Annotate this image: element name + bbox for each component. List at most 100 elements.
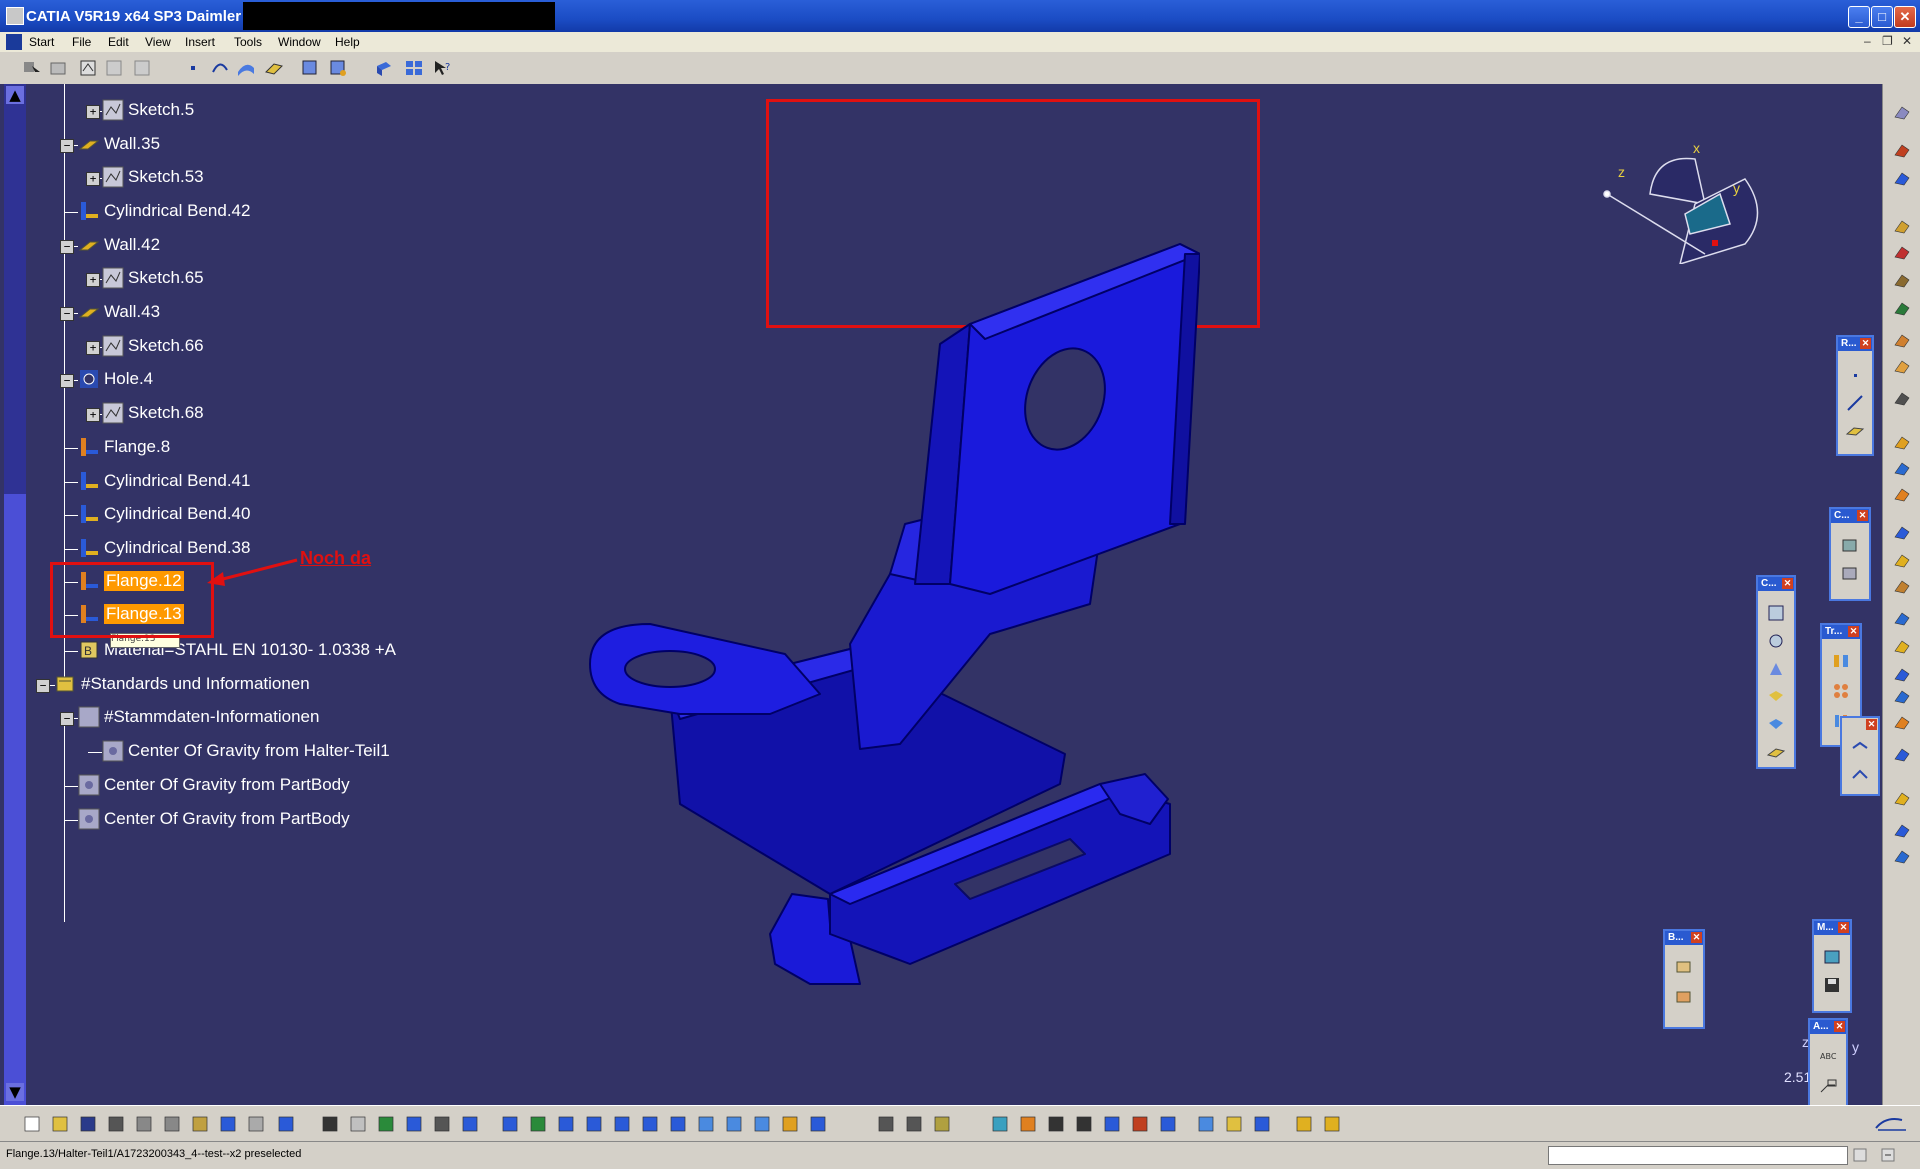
close-toolbar-icon[interactable]: ✕	[1838, 922, 1849, 933]
expand-toggle-icon[interactable]: +	[86, 172, 100, 186]
surface-stamp-icon[interactable]	[1766, 741, 1786, 761]
publish-icon[interactable]	[1892, 216, 1912, 236]
wrap-icon[interactable]	[1322, 1114, 1342, 1134]
sketch-tool-icon[interactable]	[300, 58, 320, 78]
analysis-icon[interactable]	[1892, 388, 1912, 408]
constraint-def-icon[interactable]	[1840, 563, 1860, 583]
rotate-icon[interactable]	[584, 1114, 604, 1134]
catia-app-icon[interactable]	[6, 7, 24, 25]
expand-toggle-icon[interactable]: +	[86, 273, 100, 287]
expand-toggle-icon[interactable]: +	[86, 341, 100, 355]
point-tool-icon[interactable]	[1892, 744, 1912, 764]
swept-wall-icon[interactable]	[1892, 432, 1912, 452]
doc-restore-button[interactable]: ❐	[1882, 34, 1893, 48]
command-history-icon[interactable]	[1852, 1147, 1868, 1163]
3d-annotation-query-icon[interactable]	[1224, 1114, 1244, 1134]
tree-node-label[interactable]: Sketch.53	[128, 167, 204, 187]
menu-view[interactable]: View	[145, 35, 171, 49]
close-toolbar-icon[interactable]: ✕	[1857, 510, 1868, 521]
scrollbar-thumb[interactable]	[4, 494, 26, 1105]
undo-icon[interactable]	[218, 1114, 238, 1134]
flange-tool-icon[interactable]	[1892, 484, 1912, 504]
measure-item-icon[interactable]	[904, 1114, 924, 1134]
close-toolbar-icon[interactable]: ✕	[1782, 578, 1793, 589]
cut-icon[interactable]	[134, 1114, 154, 1134]
minimize-button[interactable]: _	[1848, 6, 1870, 28]
fold-tool-icon[interactable]	[1892, 712, 1912, 732]
tree-node-label[interactable]: Cylindrical Bend.42	[104, 201, 250, 221]
constraint-icon[interactable]	[1840, 535, 1860, 555]
tree-node-label[interactable]: Hole.4	[104, 369, 153, 389]
measure-icon[interactable]	[1822, 947, 1842, 967]
zoom-out-icon[interactable]	[640, 1114, 660, 1134]
sheet-metal-wall-icon[interactable]	[1892, 102, 1912, 122]
catalog-browser-icon[interactable]	[460, 1114, 480, 1134]
expand-toggle-icon[interactable]: −	[60, 307, 74, 321]
pattern-icon[interactable]	[404, 58, 424, 78]
floating-toolbar-annotations[interactable]: A... ✕ ABC	[1808, 1018, 1848, 1105]
tree-node-label[interactable]: Wall.35	[104, 134, 160, 154]
update-icon[interactable]	[990, 1114, 1010, 1134]
tree-node-label[interactable]: Cylindrical Bend.41	[104, 471, 250, 491]
walls-recognition-icon[interactable]	[78, 58, 98, 78]
bend-from-flat-icon[interactable]	[1674, 987, 1694, 1007]
sketch-analysis-icon[interactable]	[1196, 1114, 1216, 1134]
parametric-icon[interactable]	[1294, 1114, 1314, 1134]
tree-node-label[interactable]: Wall.42	[104, 235, 160, 255]
comment-icon[interactable]	[348, 1114, 368, 1134]
hand-icon[interactable]	[1892, 356, 1912, 376]
multi-view-icon[interactable]	[696, 1114, 716, 1134]
hem-icon[interactable]	[1892, 458, 1912, 478]
paste-icon[interactable]	[190, 1114, 210, 1134]
unfold-icon[interactable]	[104, 58, 124, 78]
reorder-icon[interactable]	[1158, 1114, 1178, 1134]
scroll-down-arrow-icon[interactable]: ▼	[6, 1083, 24, 1101]
sheet-metal-part[interactable]	[560, 194, 1200, 994]
sheet-metal-params-icon[interactable]	[48, 58, 68, 78]
macro-icon[interactable]	[432, 1114, 452, 1134]
compass-reset-icon[interactable]	[1102, 1114, 1122, 1134]
conical-bend-icon[interactable]	[1892, 664, 1912, 684]
floating-toolbar-c2[interactable]: C... ✕	[1756, 575, 1796, 769]
close-toolbar-icon[interactable]: ✕	[1834, 1021, 1845, 1032]
scroll-up-arrow-icon[interactable]: ▲	[6, 86, 24, 104]
axis-system-icon[interactable]	[1046, 1114, 1066, 1134]
swap-space-icon[interactable]	[808, 1114, 828, 1134]
floating-toolbar-bends[interactable]: B... ✕	[1663, 929, 1705, 1029]
stamp-icon[interactable]	[1766, 659, 1786, 679]
tree-scrollbar[interactable]: ▲ ▼	[4, 84, 26, 1105]
zoom-icon[interactable]	[1892, 140, 1912, 160]
menu-insert[interactable]: Insert	[185, 35, 215, 49]
expand-toggle-icon[interactable]: −	[60, 240, 74, 254]
point-to-point-icon[interactable]	[1850, 764, 1870, 784]
doc-close-button[interactable]: ✕	[1902, 34, 1912, 48]
curve-icon[interactable]	[210, 58, 230, 78]
bend-tool-icon[interactable]	[1892, 636, 1912, 656]
tree-node-label[interactable]: Cylindrical Bend.40	[104, 504, 250, 524]
iso-view-icon[interactable]	[724, 1114, 744, 1134]
save-measure-icon[interactable]	[1822, 975, 1842, 995]
tree-node-label[interactable]: #Stammdaten-Informationen	[104, 707, 319, 727]
apply-material-icon[interactable]	[1018, 1114, 1038, 1134]
expand-toggle-icon[interactable]: −	[60, 139, 74, 153]
knowledge-advisor-icon[interactable]	[376, 1114, 396, 1134]
measure-inertia-icon[interactable]	[932, 1114, 952, 1134]
expand-toggle-icon[interactable]: −	[36, 679, 50, 693]
point-icon[interactable]	[183, 58, 203, 78]
new-icon[interactable]	[22, 1114, 42, 1134]
power-input-icon[interactable]	[1880, 1147, 1896, 1163]
chamfer-icon[interactable]	[1766, 715, 1786, 735]
doc-minimize-button[interactable]: –	[1864, 34, 1871, 48]
parameters-icon[interactable]	[1892, 242, 1912, 262]
menu-window[interactable]: Window	[278, 35, 321, 49]
hole-tool-icon[interactable]	[1766, 631, 1786, 651]
whats-this-help-icon[interactable]	[276, 1114, 296, 1134]
joggle-icon[interactable]	[1892, 846, 1912, 866]
pan-icon[interactable]	[556, 1114, 576, 1134]
rolled-wall-icon[interactable]	[1892, 576, 1912, 596]
expand-toggle-icon[interactable]: +	[86, 105, 100, 119]
menu-tools[interactable]: Tools	[234, 35, 262, 49]
hide-show-icon[interactable]	[780, 1114, 800, 1134]
knowledge-icon[interactable]	[1892, 270, 1912, 290]
close-toolbar-icon[interactable]: ✕	[1691, 932, 1702, 943]
